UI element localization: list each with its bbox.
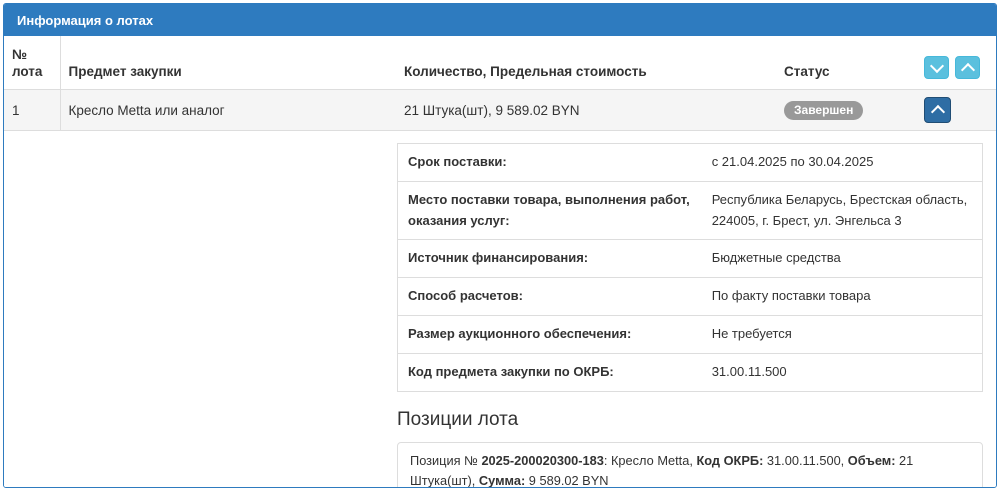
detail-value: Бюджетные средства: [701, 239, 983, 279]
detail-label: Код предмета закупки по ОКРБ:: [397, 352, 702, 392]
detail-value: Не требуется: [701, 314, 983, 354]
lot-position-item: Позиция № 2025-200020300-183: Кресло Met…: [397, 441, 983, 488]
lot-1-details-panel: Срок поставки: с 21.04.2025 по 30.04.202…: [397, 143, 983, 488]
collapse-all-button[interactable]: [955, 56, 980, 79]
panel-title: Информация о лотах: [4, 4, 996, 36]
detail-label: Размер аукционного обеспечения:: [397, 314, 702, 354]
lot-1-collapse-button[interactable]: [924, 97, 951, 123]
detail-row-payment-method: Способ расчетов: По факту поставки товар…: [397, 277, 983, 316]
lot-1-quantity: 21 Штука(шт), 9 589.02 BYN: [396, 89, 776, 131]
detail-value: По факту поставки товара: [701, 277, 983, 316]
column-header-quantity: Количество, Предельная стоимость: [396, 36, 776, 90]
column-header-lot-number: № лота: [4, 36, 61, 90]
column-header-actions: [916, 36, 996, 90]
detail-label: Источник финансирования:: [397, 239, 702, 279]
lots-table: № лота Предмет закупки Количество, Преде…: [4, 36, 996, 488]
detail-row-delivery-place: Место поставки товара, выполнения работ,…: [397, 180, 983, 241]
detail-label: Способ расчетов:: [397, 277, 702, 316]
position-sum-label: Сумма:: [478, 473, 526, 488]
column-header-lot-number-line1: №: [12, 47, 28, 62]
position-number: 2025-200020300-183: [481, 452, 604, 468]
expand-all-button[interactable]: [924, 56, 949, 79]
position-okrb-value: 31.00.11.500,: [763, 452, 848, 468]
lot-1-number: 1: [4, 89, 61, 131]
lots-table-header-row: № лота Предмет закупки Количество, Преде…: [4, 36, 996, 90]
lot-1-details-row: Срок поставки: с 21.04.2025 по 30.04.202…: [4, 130, 996, 488]
position-volume-label: Объем:: [847, 452, 896, 468]
position-name: : Кресло Metta,: [603, 452, 697, 468]
detail-value: 31.00.11.500: [701, 352, 983, 392]
chevron-down-icon: [929, 58, 944, 73]
position-okrb-label: Код ОКРБ:: [696, 452, 764, 468]
chevron-up-icon: [930, 104, 945, 120]
position-sum-value: 9 589.02 BYN: [525, 473, 609, 488]
lot-row-1: 1 Кресло Metta или аналог 21 Штука(шт), …: [4, 89, 996, 131]
detail-row-auction-security: Размер аукционного обеспечения: Не требу…: [397, 314, 983, 354]
detail-label: Место поставки товара, выполнения работ,…: [397, 180, 702, 241]
lot-positions-title: Позиции лота: [397, 408, 519, 430]
lot-1-subject: Кресло Metta или аналог: [60, 89, 396, 131]
position-prefix: Позиция №: [410, 452, 482, 468]
chevron-up-icon: [960, 62, 975, 77]
lot-details-table: Срок поставки: с 21.04.2025 по 30.04.202…: [397, 143, 983, 392]
lots-panel: Информация о лотах № лота Предмет закупк…: [3, 3, 997, 488]
detail-row-delivery-period: Срок поставки: с 21.04.2025 по 30.04.202…: [397, 143, 983, 182]
detail-value: с 21.04.2025 по 30.04.2025: [701, 143, 983, 182]
detail-value: Республика Беларусь, Брестская область, …: [701, 180, 983, 241]
column-header-lot-number-line2: лота: [12, 64, 43, 79]
detail-label: Срок поставки:: [397, 143, 702, 182]
column-header-subject: Предмет закупки: [60, 36, 396, 90]
column-header-status: Статус: [776, 36, 916, 90]
lot-1-status-badge: Завершен: [784, 100, 864, 120]
detail-row-okrb-code: Код предмета закупки по ОКРБ: 31.00.11.5…: [397, 352, 983, 392]
detail-row-funding-source: Источник финансирования: Бюджетные средс…: [397, 239, 983, 279]
